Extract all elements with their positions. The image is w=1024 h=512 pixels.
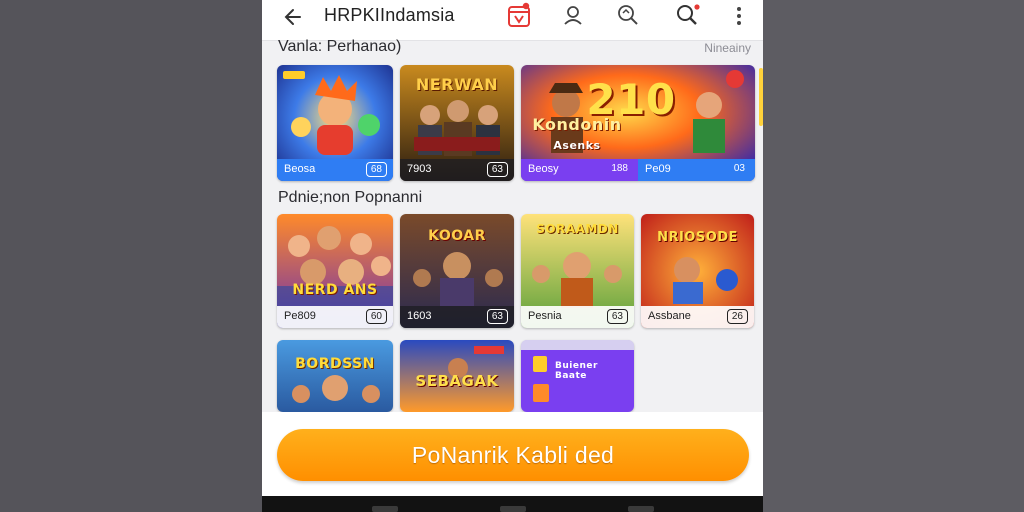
card-caption: Assbane 26 [641,306,754,328]
nav-recents-icon[interactable] [372,506,398,512]
game-name: Pe09 [645,163,671,175]
game-name: 7903 [407,163,432,175]
game-name: Pesnia [528,310,562,322]
card-caption: Beosa 68 [277,159,393,181]
backdrop-right [763,0,1024,512]
game-name: Beosy [528,163,559,175]
game-card[interactable]: BORDSSN [277,340,393,412]
game-art-title: NERWAN [415,75,499,94]
card-caption: 1603 63 [400,306,514,328]
carousel-scroll-indicator [759,68,763,126]
arrow-left-icon[interactable] [280,6,302,28]
card-caption: 7903 63 [400,159,514,181]
player-count: 188 [611,163,628,174]
scan-icon[interactable] [617,4,641,26]
more-vertical-icon[interactable] [732,4,746,28]
phone-screen: HRPKIIndamsia Vanla: Perhanao) Nineainy … [262,0,763,512]
card-caption: Beosy 188 [521,159,638,181]
game-name: Pe809 [284,310,316,322]
game-name: Assbane [648,310,691,322]
backdrop-left [0,0,262,512]
game-art-title: SORAAMDN [536,222,619,236]
game-card[interactable]: Buiener Baate [521,340,634,412]
player-count: 60 [365,309,387,324]
primary-cta-button[interactable]: PoNanrik Kabli ded [277,429,749,481]
player-count: 26 [726,309,748,324]
player-count: 68 [365,162,387,177]
section-see-all-link[interactable]: Nineainy [704,41,751,55]
section-title: Vanla: Perhanao) [278,38,402,55]
game-card[interactable]: SORAAMDN Pesnia 63 [521,214,634,328]
game-art-title: KOOAR [428,228,486,244]
featured-game-card[interactable]: 210 Kondonin Asenks Beosy 188 Pe09 03 [521,65,755,181]
system-navigation-bar [262,496,763,512]
game-card[interactable]: NERD ANS Pe809 60 [277,214,393,328]
card-caption: Pe809 60 [277,306,393,328]
game-thumbnail [277,340,393,412]
section-title: Pdnie;non Popnanni [278,189,423,206]
calendar-icon[interactable] [506,2,532,28]
game-name: 1603 [407,310,432,322]
game-card[interactable]: SEBAGAK [400,340,514,412]
game-art-title: NRIOSODE [657,230,738,245]
hot-badge [283,71,305,79]
card-caption: Pe09 03 [638,159,755,181]
game-art-title: SEBAGAK [415,372,499,390]
player-count: 63 [606,309,628,324]
game-card[interactable]: NRIOSODE Assbane 26 [641,214,754,328]
game-art-title: NERD ANS [292,282,378,298]
game-art-subtitle-2: Asenks [553,139,601,152]
game-card[interactable]: NERWAN 7903 63 [400,65,514,181]
game-name: Beosa [284,163,316,175]
player-count: 03 [733,163,745,174]
search-icon[interactable] [675,3,701,27]
game-art-title: Buiener Baate [555,361,598,381]
player-count: 63 [486,309,508,324]
game-art-subtitle: Kondonin [532,115,622,134]
nav-home-icon[interactable] [500,506,526,512]
top-app-bar: HRPKIIndamsia [262,0,763,41]
page-title: HRPKIIndamsia [324,5,455,25]
player-count: 63 [486,162,508,177]
game-art-title: BORDSSN [295,356,375,372]
game-card[interactable]: Beosa 68 [277,65,393,181]
game-card[interactable]: KOOAR 1603 63 [400,214,514,328]
user-icon[interactable] [562,4,584,26]
bottom-cta-bar: PoNanrik Kabli ded [262,412,763,496]
card-caption: Pesnia 63 [521,306,634,328]
nav-back-icon[interactable] [628,506,654,512]
